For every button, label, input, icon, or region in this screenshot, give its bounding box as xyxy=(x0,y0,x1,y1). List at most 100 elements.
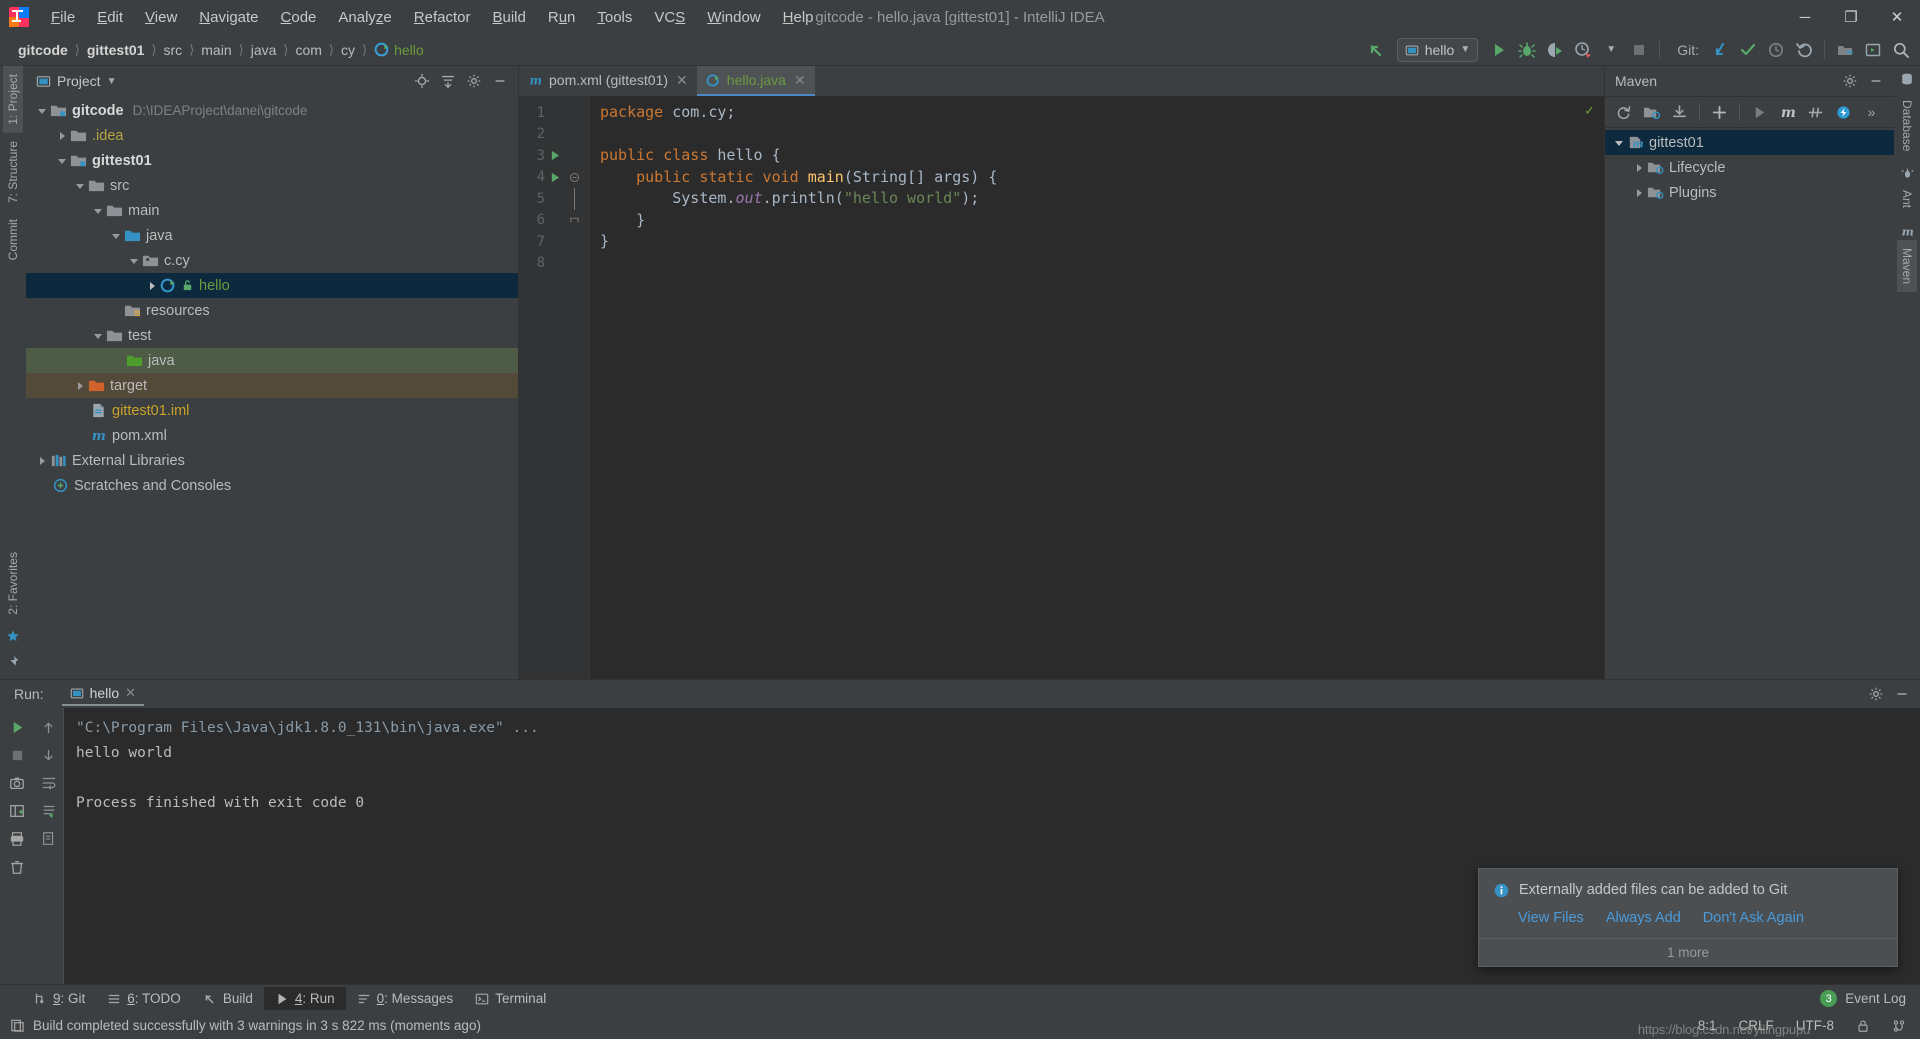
menu-run[interactable]: Run xyxy=(537,5,587,30)
collapse-arrow-icon[interactable] xyxy=(34,453,50,469)
status-line-separator[interactable]: CRLF xyxy=(1738,1018,1773,1033)
maven-node-lifecycle[interactable]: Lifecycle xyxy=(1605,155,1894,180)
status-lock-icon[interactable] xyxy=(1856,1019,1870,1033)
tab-hello-java[interactable]: hello.java ✕ xyxy=(696,66,815,96)
scroll-to-end-icon[interactable] xyxy=(36,798,62,824)
profiler-button[interactable] xyxy=(1570,37,1596,63)
tree-node-hello[interactable]: hello xyxy=(26,273,518,298)
restore-layout-icon[interactable] xyxy=(4,798,30,824)
rail-tab-commit[interactable]: Commit xyxy=(3,211,23,268)
tree-node-idea[interactable]: .idea xyxy=(26,123,518,148)
rail-tab-favorites[interactable]: 2: Favorites xyxy=(3,544,23,623)
rail-tab-maven[interactable]: Maven xyxy=(1897,240,1917,293)
notification-link-dont-ask-again[interactable]: Don't Ask Again xyxy=(1703,910,1804,926)
chevron-down-icon[interactable]: ▼ xyxy=(1598,37,1624,63)
menu-help[interactable]: Help xyxy=(772,5,825,30)
update-project-button[interactable] xyxy=(1707,37,1733,63)
status-build-message[interactable]: Build completed successfully with 3 warn… xyxy=(33,1018,481,1033)
run-configuration-selector[interactable]: hello ▼ xyxy=(1396,37,1479,62)
soft-wrap-icon[interactable] xyxy=(36,770,62,796)
maximize-button[interactable]: ❐ xyxy=(1828,0,1874,34)
scroll-up-icon[interactable] xyxy=(36,714,62,740)
terminal-button[interactable] xyxy=(1860,37,1886,63)
tree-node-gitcode[interactable]: gitcode D:\IDEAProject\danei\gitcode xyxy=(26,98,518,123)
status-caret-position[interactable]: 8:1 xyxy=(1698,1018,1717,1033)
tab-pom-xml[interactable]: m pom.xml (gittest01) ✕ xyxy=(519,66,697,96)
settings-icon[interactable] xyxy=(1838,69,1862,93)
menu-tools[interactable]: Tools xyxy=(586,5,643,30)
fold-close-icon[interactable] xyxy=(565,215,583,226)
code-editor[interactable]: ✓ package com.cy; public class hello { p… xyxy=(589,96,1604,679)
project-panel-title[interactable]: Project ▼ xyxy=(36,73,116,89)
stop-button[interactable] xyxy=(1626,37,1652,63)
stop-icon[interactable] xyxy=(4,742,30,768)
menu-vcs[interactable]: VCS xyxy=(643,5,696,30)
notification-link-view-files[interactable]: View Files xyxy=(1518,910,1584,926)
scroll-down-icon[interactable] xyxy=(36,742,62,768)
tree-node-resources[interactable]: resources xyxy=(26,298,518,323)
hide-icon[interactable] xyxy=(488,69,512,93)
toolwindow-messages[interactable]: 0: Messages xyxy=(346,987,465,1010)
close-button[interactable]: ✕ xyxy=(1874,0,1920,34)
hide-icon[interactable] xyxy=(1890,682,1914,706)
search-everywhere-button[interactable] xyxy=(1888,37,1914,63)
run-with-coverage-button[interactable] xyxy=(1542,37,1568,63)
breadcrumb-src[interactable]: src xyxy=(160,40,187,60)
trash-icon[interactable] xyxy=(4,854,30,880)
menu-analyze[interactable]: Analyze xyxy=(327,5,402,30)
breadcrumb-cy[interactable]: cy xyxy=(337,40,359,60)
rail-tab-structure[interactable]: 7: Structure xyxy=(3,133,23,211)
tab-pom-xml-close-icon[interactable]: ✕ xyxy=(676,72,688,89)
notification-more[interactable]: 1 more xyxy=(1479,938,1897,966)
toolwindow-terminal[interactable]: Terminal xyxy=(464,987,557,1010)
maven-node-plugins[interactable]: Plugins xyxy=(1605,180,1894,205)
toggle-skip-tests-icon[interactable] xyxy=(1802,99,1829,125)
collapse-arrow-icon[interactable] xyxy=(1631,160,1647,176)
rerun-icon[interactable] xyxy=(4,714,30,740)
expand-arrow-icon[interactable] xyxy=(72,178,88,194)
event-log-label[interactable]: Event Log xyxy=(1845,991,1906,1006)
tree-node-target[interactable]: target xyxy=(26,373,518,398)
notification-link-always-add[interactable]: Always Add xyxy=(1606,910,1681,926)
execute-goal-icon[interactable]: m xyxy=(1774,99,1801,125)
generate-sources-icon[interactable] xyxy=(1638,99,1665,125)
tree-node-gittest01[interactable]: gittest01 xyxy=(26,148,518,173)
breadcrumb-com[interactable]: com xyxy=(291,40,325,60)
expand-arrow-icon[interactable] xyxy=(90,203,106,219)
pin-icon[interactable] xyxy=(6,649,20,679)
expand-arrow-icon[interactable] xyxy=(34,103,50,119)
settings-icon[interactable] xyxy=(1864,682,1888,706)
history-button[interactable] xyxy=(1763,37,1789,63)
collapse-arrow-icon[interactable] xyxy=(144,278,160,294)
expand-arrow-icon[interactable] xyxy=(54,153,70,169)
toolwindow-git[interactable]: 9: Git xyxy=(22,987,96,1010)
tree-node-test[interactable]: test xyxy=(26,323,518,348)
collapse-arrow-icon[interactable] xyxy=(1631,185,1647,201)
breadcrumb-java[interactable]: java xyxy=(247,40,281,60)
toolwindow-build[interactable]: Build xyxy=(192,987,264,1010)
locate-icon[interactable] xyxy=(410,69,434,93)
favorites-star-icon[interactable] xyxy=(6,623,20,649)
tree-node-src[interactable]: src xyxy=(26,173,518,198)
expand-arrow-icon[interactable] xyxy=(90,328,106,344)
more-icon[interactable]: » xyxy=(1858,99,1885,125)
debug-button[interactable] xyxy=(1514,37,1540,63)
hide-icon[interactable] xyxy=(1864,69,1888,93)
rail-tab-ant[interactable]: Ant xyxy=(1897,182,1917,216)
tree-node-java-test[interactable]: java xyxy=(26,348,518,373)
menu-file[interactable]: File xyxy=(40,5,86,30)
menu-navigate[interactable]: Navigate xyxy=(188,5,269,30)
tree-node-external-libraries[interactable]: External Libraries xyxy=(26,448,518,473)
collapse-arrow-icon[interactable] xyxy=(54,128,70,144)
toggle-offline-icon[interactable] xyxy=(1830,99,1857,125)
project-structure-button[interactable] xyxy=(1832,37,1858,63)
menu-window[interactable]: Window xyxy=(696,5,771,30)
status-encoding[interactable]: UTF-8 xyxy=(1796,1018,1834,1033)
settings-icon[interactable] xyxy=(462,69,486,93)
collapse-all-icon[interactable] xyxy=(436,69,460,93)
expand-arrow-icon[interactable] xyxy=(1611,135,1627,151)
run-class-gutter-icon[interactable] xyxy=(545,150,565,161)
tree-node-iml[interactable]: gittest01.iml xyxy=(26,398,518,423)
reimport-icon[interactable] xyxy=(1610,99,1637,125)
breadcrumb-gitcode[interactable]: gitcode xyxy=(14,40,72,60)
